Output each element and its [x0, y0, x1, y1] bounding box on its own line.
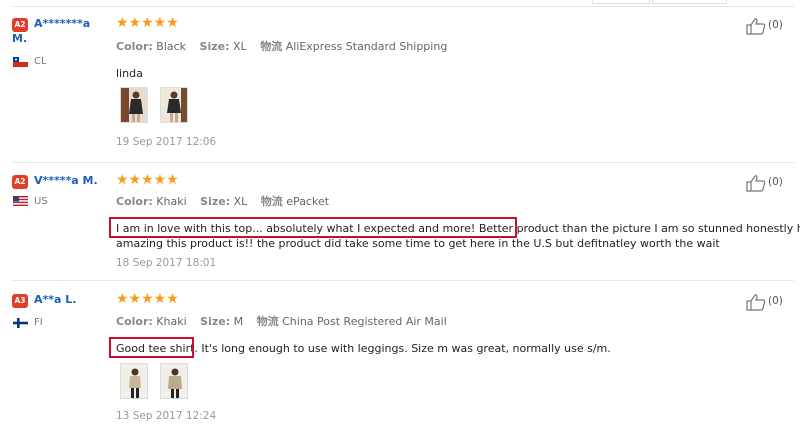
chile-flag-icon [13, 57, 28, 67]
reviewer-name: A*******a [34, 17, 91, 30]
us-flag-icon [13, 196, 28, 206]
thumbs-up-icon[interactable] [746, 174, 766, 192]
review-photo-thumbnail[interactable] [160, 363, 188, 399]
shipping-value: ePacket [286, 195, 330, 208]
review-item: A3 A**a L. FI ★★★★★ Color: Khaki Size: M… [12, 291, 794, 426]
reviewer-name: V*****a M. [34, 174, 98, 187]
review-date: 13 Sep 2017 12:24 [116, 410, 217, 422]
buyer-level-badge: A3 [12, 294, 28, 308]
reviewer-name-continued: M. [12, 32, 28, 45]
review-item: A2 A*******a M. CL ★★★★★ Color: Black Si… [12, 15, 794, 157]
shipping-label: 物流 [260, 40, 283, 53]
review-photo-thumbnail[interactable] [120, 363, 148, 399]
shipping-label: 物流 [260, 195, 283, 208]
review-item: A2 V*****a M. US ★★★★★ Color: Khaki Size… [12, 172, 800, 274]
size-label: Size: [200, 315, 231, 328]
purchase-details: Color: Khaki Size: XL 物流 ePacket [116, 193, 329, 209]
review-date: 18 Sep 2017 18:01 [116, 257, 217, 269]
review-text: linda [116, 67, 143, 80]
highlight-box [109, 337, 194, 358]
review-photo-thumbnail[interactable] [120, 87, 148, 123]
color-label: Color: [116, 195, 153, 208]
reviewer-country: FI [34, 317, 43, 328]
purchase-details: Color: Khaki Size: M 物流 China Post Regis… [116, 313, 447, 329]
reviewer-country: CL [34, 56, 47, 67]
star-rating: ★★★★★ [116, 291, 179, 307]
size-value: XL [233, 40, 247, 53]
star-rating: ★★★★★ [116, 172, 179, 188]
review-photo-thumbnail[interactable] [160, 87, 188, 123]
review-text-line: amazing this product is!! the product di… [116, 237, 720, 250]
color-label: Color: [116, 40, 153, 53]
buyer-level-badge: A2 [12, 18, 28, 32]
review-divider [12, 280, 794, 281]
color-value: Black [156, 40, 187, 53]
shipping-value: China Post Registered Air Mail [282, 315, 447, 328]
reviewer-name: A**a L. [34, 293, 77, 306]
size-value: M [233, 315, 244, 328]
color-value: Khaki [156, 195, 187, 208]
helpful-vote[interactable]: (0) [746, 174, 794, 192]
thumbs-up-icon[interactable] [746, 293, 766, 311]
color-value: Khaki [156, 315, 187, 328]
helpful-vote[interactable]: (0) [746, 17, 794, 35]
finland-flag-icon [13, 318, 28, 328]
previous-review-edge [12, 0, 794, 7]
helpful-count: (0) [768, 295, 783, 307]
shipping-value: AliExpress Standard Shipping [285, 40, 448, 53]
helpful-vote[interactable]: (0) [746, 293, 794, 311]
color-label: Color: [116, 315, 153, 328]
review-date: 19 Sep 2017 12:06 [116, 136, 217, 148]
highlight-box [109, 217, 517, 238]
reviewer-country: US [34, 196, 48, 207]
size-label: Size: [200, 195, 231, 208]
thumbs-up-icon[interactable] [746, 17, 766, 35]
helpful-count: (0) [768, 19, 783, 31]
purchase-details: Color: Black Size: XL 物流 AliExpress Stan… [116, 38, 447, 54]
star-rating: ★★★★★ [116, 15, 179, 31]
buyer-level-badge: A2 [12, 175, 28, 189]
helpful-count: (0) [768, 176, 783, 188]
review-divider [12, 162, 794, 163]
size-value: XL [233, 195, 248, 208]
size-label: Size: [199, 40, 230, 53]
shipping-label: 物流 [256, 315, 279, 328]
